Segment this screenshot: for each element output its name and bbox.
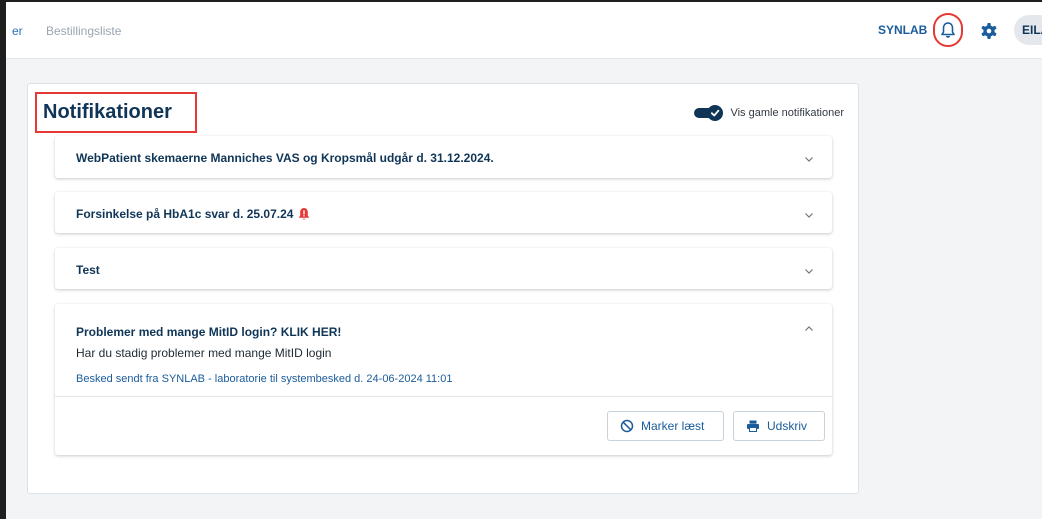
org-name[interactable]: SYNLAB	[878, 23, 927, 37]
top-navbar: er Bestillingsliste SYNLAB EILA	[6, 2, 1042, 59]
toggle-label: Vis gamle notifikationer	[730, 107, 844, 119]
notification-title: Test	[76, 263, 100, 277]
print-button[interactable]: Udskriv	[733, 411, 825, 441]
notification-title: Forsinkelse på HbA1c svar d. 25.07.24	[76, 207, 311, 221]
check-icon	[711, 109, 720, 117]
nav-item-partial[interactable]: er	[12, 24, 23, 38]
alarm-bell-icon	[299, 208, 310, 220]
notification-body: Har du stadig problemer med mange MitID …	[76, 346, 332, 360]
notification-card[interactable]: WebPatient skemaerne Manniches VAS og Kr…	[55, 136, 832, 178]
notification-card-expanded[interactable]: Problemer med mange MitID login? KLIK HE…	[55, 304, 832, 455]
notification-title: WebPatient skemaerne Manniches VAS og Kr…	[76, 151, 494, 165]
page-title: Notifikationer	[43, 101, 172, 123]
nav-item-order-list[interactable]: Bestillingsliste	[46, 24, 121, 38]
page-title-highlight: Notifikationer	[35, 92, 197, 133]
user-avatar[interactable]: EILA	[1014, 15, 1042, 45]
notification-card[interactable]: Test	[55, 248, 832, 289]
avatar-initials: EILA	[1022, 23, 1042, 37]
print-label: Udskriv	[767, 419, 808, 433]
notification-meta: Besked sendt fra SYNLAB - laboratorie ti…	[76, 373, 453, 385]
bell-icon	[941, 22, 955, 38]
notification-card[interactable]: Forsinkelse på HbA1c svar d. 25.07.24	[55, 192, 832, 233]
card-divider	[55, 396, 832, 397]
mark-read-label: Marker læst	[641, 419, 705, 433]
toggle-knob	[707, 105, 724, 121]
app-window: er Bestillingsliste SYNLAB EILA	[0, 0, 1042, 519]
mark-read-button[interactable]: Marker læst	[607, 411, 724, 441]
block-icon	[620, 419, 634, 433]
chevron-up-icon[interactable]	[804, 324, 814, 334]
printer-icon	[747, 420, 759, 432]
settings-button[interactable]	[980, 22, 998, 40]
notifications-panel: Notifikationer Vis gamle notifikationer …	[27, 83, 859, 494]
gear-icon	[981, 23, 997, 39]
show-old-toggle[interactable]	[694, 105, 724, 121]
chevron-down-icon[interactable]	[804, 154, 814, 164]
notifications-button[interactable]	[933, 13, 963, 47]
notification-title[interactable]: Problemer med mange MitID login? KLIK HE…	[76, 325, 341, 339]
show-old-toggle-row: Vis gamle notifikationer	[694, 105, 844, 121]
chevron-down-icon[interactable]	[804, 210, 814, 220]
chevron-down-icon[interactable]	[804, 266, 814, 276]
